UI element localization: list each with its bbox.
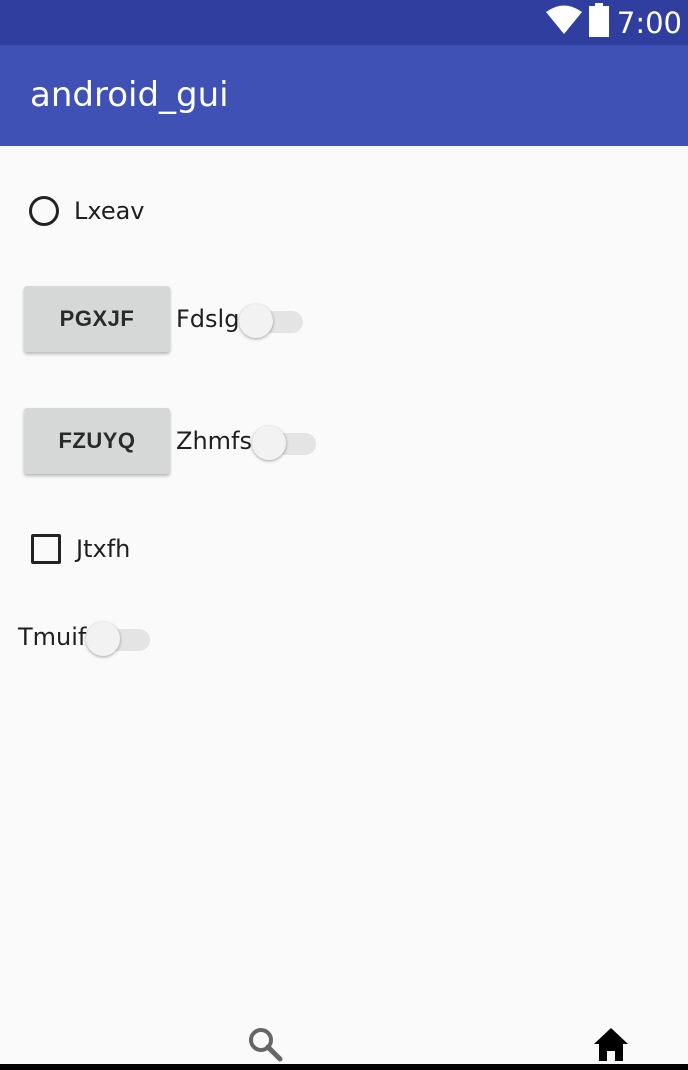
status-bar: 7:00	[0, 0, 688, 45]
checkbox-label: Jtxfh	[76, 535, 131, 563]
switch-label-zhmfs: Zhmfs	[176, 427, 252, 455]
switch-thumb[interactable]	[251, 426, 286, 460]
switch-label-tmuif: Tmuif	[18, 623, 87, 651]
radio-circle-icon[interactable]	[29, 196, 59, 226]
checkbox-jtxfh[interactable]: Jtxfh	[31, 532, 130, 566]
radio-lxeav[interactable]: Lxeav	[29, 193, 145, 229]
fzuyq-button[interactable]: FZUYQ	[24, 408, 170, 474]
bottom-edge	[0, 1064, 688, 1070]
bottom-navigation	[0, 1015, 688, 1070]
battery-icon	[588, 3, 609, 42]
switch-tmuif[interactable]	[86, 619, 151, 656]
pgxjf-button[interactable]: PGXJF	[24, 286, 170, 352]
home-icon[interactable]	[591, 1025, 631, 1065]
status-icons: 7:00	[545, 0, 682, 45]
switch-label-fdslg: Fdslg	[176, 305, 240, 333]
switch-row-tmuif: Tmuif	[18, 617, 151, 657]
checkbox-square-icon[interactable]	[31, 534, 61, 564]
switch-fdslg[interactable]	[239, 301, 304, 338]
switch-zhmfs[interactable]	[251, 423, 316, 460]
status-time: 7:00	[616, 5, 682, 40]
app-screen: 7:00 android_gui Lxeav PGXJF Fdslg FZUYQ…	[0, 0, 688, 1070]
switch-row-zhmfs: Zhmfs	[176, 421, 316, 461]
app-bar: android_gui	[0, 45, 688, 146]
app-title: android_gui	[30, 75, 229, 115]
switch-row-fdslg: Fdslg	[176, 299, 304, 339]
wifi-icon	[545, 5, 583, 40]
radio-label: Lxeav	[74, 197, 145, 225]
search-icon[interactable]	[246, 1025, 286, 1065]
